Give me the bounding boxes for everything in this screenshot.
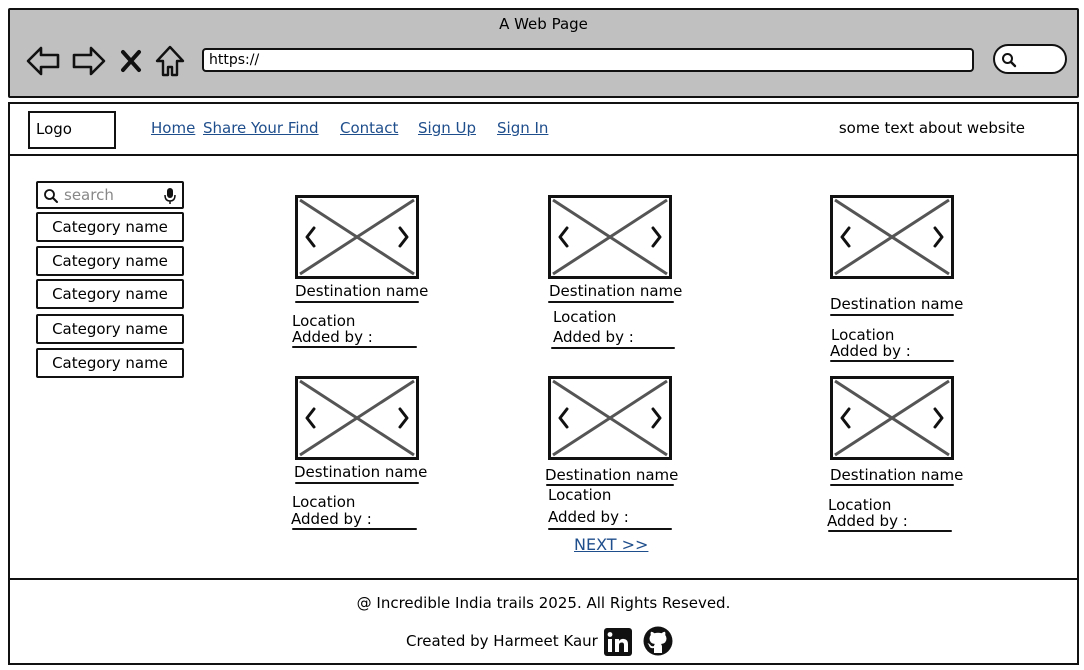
added-by-label: Added by : <box>553 328 634 346</box>
footer: @ Incredible India trails 2025. All Righ… <box>10 578 1077 665</box>
destination-name: Destination name <box>549 282 683 300</box>
divider <box>548 528 672 530</box>
added-by-label: Added by : <box>827 512 908 530</box>
linkedin-icon[interactable] <box>604 628 632 656</box>
microphone-icon[interactable] <box>164 187 176 205</box>
destination-name: Destination name <box>545 466 679 484</box>
divider <box>295 301 419 303</box>
divider <box>292 346 417 348</box>
category-button[interactable]: Category name <box>36 212 184 242</box>
search-icon <box>1002 53 1017 68</box>
category-button[interactable]: Category name <box>36 246 184 276</box>
url-bar[interactable]: https:// <box>202 48 974 72</box>
image-placeholder-icon <box>295 376 419 460</box>
divider <box>548 301 674 303</box>
added-by-label: Added by : <box>292 328 373 346</box>
image-placeholder-icon <box>830 195 954 279</box>
back-arrow-icon[interactable] <box>24 43 62 79</box>
logo[interactable]: Logo <box>28 111 116 149</box>
forward-arrow-icon[interactable] <box>70 43 108 79</box>
image-placeholder-icon <box>548 195 672 279</box>
divider <box>292 528 417 530</box>
category-button[interactable]: Category name <box>36 314 184 344</box>
search-icon <box>44 189 58 203</box>
home-icon[interactable] <box>150 43 190 79</box>
destination-name: Destination name <box>295 282 429 300</box>
next-page-link[interactable]: NEXT >> <box>574 535 648 554</box>
destination-name: Destination name <box>294 463 428 481</box>
added-by-label: Added by : <box>548 508 629 526</box>
nav-sign-up-link[interactable]: Sign Up <box>418 119 476 137</box>
divider <box>830 484 954 486</box>
location-label: Location <box>292 493 356 511</box>
copyright-text: @ Incredible India trails 2025. All Righ… <box>356 594 731 612</box>
added-by-label: Added by : <box>291 510 372 528</box>
github-icon[interactable] <box>643 626 673 656</box>
image-placeholder-icon <box>295 195 419 279</box>
divider <box>830 314 954 316</box>
navbar: Logo Home Share Your Find Contact Sign U… <box>10 104 1077 156</box>
search-placeholder: search <box>64 186 114 204</box>
credit-text: Created by Harmeet Kaur <box>406 632 598 650</box>
destination-name: Destination name <box>830 466 964 484</box>
image-placeholder-icon <box>830 376 954 460</box>
nav-contact-link[interactable]: Contact <box>340 119 398 137</box>
location-label: Location <box>553 308 617 326</box>
location-label: Location <box>548 486 612 504</box>
search-input[interactable]: search <box>36 181 184 209</box>
browser-search-field[interactable] <box>993 44 1067 74</box>
added-by-label: Added by : <box>830 342 911 360</box>
site-tagline: some text about website <box>838 119 1025 137</box>
nav-share-your-find-link[interactable]: Share Your Find <box>203 119 319 137</box>
page-frame: Logo Home Share Your Find Contact Sign U… <box>8 102 1079 665</box>
nav-home-link[interactable]: Home <box>151 119 195 137</box>
divider <box>828 530 952 532</box>
window-title: A Web Page <box>499 15 588 33</box>
category-button[interactable]: Category name <box>36 279 184 309</box>
stop-icon[interactable] <box>116 43 146 79</box>
divider <box>830 360 954 362</box>
image-placeholder-icon <box>548 376 672 460</box>
category-button[interactable]: Category name <box>36 348 184 378</box>
nav-sign-in-link[interactable]: Sign In <box>497 119 548 137</box>
destination-name: Destination name <box>830 295 964 313</box>
browser-chrome: A Web Page https:// <box>8 8 1079 98</box>
divider <box>551 347 675 349</box>
divider <box>295 482 419 484</box>
